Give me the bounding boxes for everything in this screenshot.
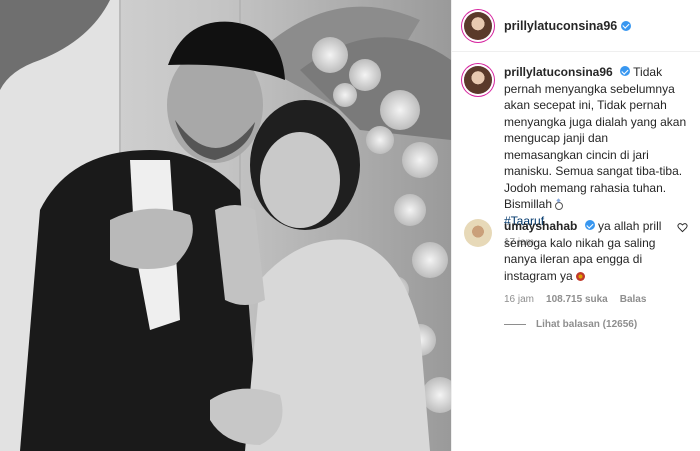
caption-row: prillylatuconsina96 Tidak pernah menyang…: [464, 64, 689, 229]
commenter-avatar[interactable]: [464, 219, 492, 247]
verified-badge-icon: [584, 220, 595, 230]
replies-divider-line: [504, 324, 526, 325]
commenter-username-link[interactable]: umayshahab: [504, 219, 577, 233]
caption-username-link[interactable]: prillylatuconsina96: [504, 65, 613, 79]
author-username-link[interactable]: prillylatuconsina96: [504, 19, 617, 33]
comment: umayshahab ya allah prill semoga kalo ni…: [464, 218, 694, 330]
couple-photo-image: [0, 0, 451, 451]
comment-timestamp[interactable]: 16 jam: [504, 294, 534, 305]
reply-button[interactable]: Balas: [620, 294, 647, 305]
view-replies-button[interactable]: Lihat balasan (12656): [504, 319, 694, 330]
like-comment-heart-icon[interactable]: [677, 222, 688, 233]
author-handle-row: prillylatuconsina96: [504, 19, 632, 33]
post-side-panel: prillylatuconsina96 prillylatuconsina96 …: [451, 0, 700, 451]
verified-badge-icon: [620, 66, 631, 76]
verified-badge-icon: [621, 20, 632, 31]
comment-row: umayshahab ya allah prill semoga kalo ni…: [464, 218, 694, 284]
post-photo[interactable]: [0, 0, 451, 451]
comment-likes-count[interactable]: 108.715 suka: [546, 294, 608, 305]
comment-text: umayshahab ya allah prill semoga kalo ni…: [504, 218, 669, 284]
author-avatar[interactable]: [464, 11, 492, 40]
post-header: prillylatuconsina96: [452, 0, 700, 52]
caption-avatar[interactable]: [464, 66, 492, 94]
caption-body: Tidak pernah menyangka sebelumnya akan s…: [504, 65, 687, 211]
ring-icon: [555, 199, 564, 210]
view-replies-label: Lihat balasan (12656): [536, 319, 638, 330]
comment-meta: 16 jam 108.715 suka Balas: [504, 294, 694, 305]
caption-text: prillylatuconsina96 Tidak pernah menyang…: [504, 64, 689, 229]
flower-icon: [576, 271, 586, 281]
